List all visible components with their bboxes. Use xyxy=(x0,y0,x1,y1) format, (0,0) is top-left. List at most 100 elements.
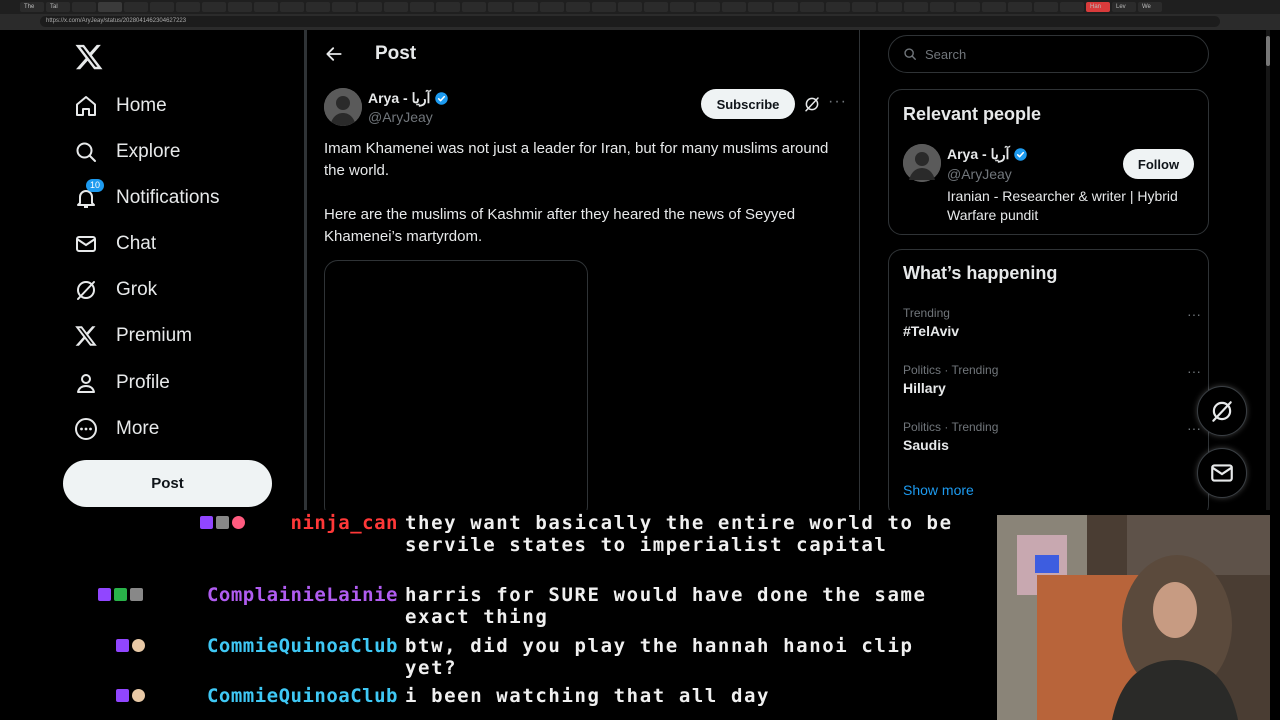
post-button[interactable]: Post xyxy=(63,460,272,507)
twitch-badge-icon xyxy=(116,689,129,702)
grok-icon[interactable] xyxy=(803,95,821,113)
browser-tab[interactable] xyxy=(150,2,174,12)
trend-meta: Trending xyxy=(903,306,950,320)
browser-tab-bar: The Tal Han Lev We xyxy=(0,0,1280,14)
browser-tab[interactable] xyxy=(306,2,330,12)
messages-float-button[interactable] xyxy=(1197,448,1247,498)
grok-float-button[interactable] xyxy=(1197,386,1247,436)
browser-tab[interactable] xyxy=(826,2,850,12)
sidebar-item-label: Notifications xyxy=(116,187,220,208)
sidebar-item-more[interactable]: More xyxy=(74,414,159,444)
browser-tab[interactable] xyxy=(722,2,746,12)
browser-tab[interactable] xyxy=(280,2,304,12)
browser-tab[interactable]: We xyxy=(1138,2,1162,12)
chat-username: CommieQuinoaClub xyxy=(206,635,398,657)
browser-tab[interactable] xyxy=(930,2,954,12)
more-options-icon[interactable]: ··· xyxy=(1187,306,1201,322)
sidebar-item-explore[interactable]: Explore xyxy=(74,137,180,167)
browser-tab[interactable] xyxy=(514,2,538,12)
browser-tab[interactable] xyxy=(852,2,876,12)
browser-tab[interactable] xyxy=(1008,2,1032,12)
trend-item[interactable]: Trending #TelAviv ··· xyxy=(903,306,1203,339)
browser-tab[interactable] xyxy=(254,2,278,12)
browser-tab[interactable] xyxy=(124,2,148,12)
scrollbar-thumb[interactable] xyxy=(1266,36,1270,66)
browser-tab[interactable]: Tal xyxy=(46,2,70,12)
avatar[interactable] xyxy=(324,88,362,126)
person-handle[interactable]: @AryJeay xyxy=(947,166,1012,182)
browser-tab[interactable] xyxy=(332,2,356,12)
sidebar-item-chat[interactable]: Chat xyxy=(74,229,156,259)
sidebar-item-notifications[interactable]: 10 Notifications xyxy=(74,179,220,213)
browser-tab[interactable]: Han xyxy=(1086,2,1110,12)
browser-tab[interactable] xyxy=(436,2,460,12)
browser-tab[interactable] xyxy=(1034,2,1058,12)
sidebar-item-label: Grok xyxy=(116,279,158,300)
chat-username: ninja_can xyxy=(290,512,398,534)
browser-tab[interactable] xyxy=(592,2,616,12)
browser-tab[interactable] xyxy=(202,2,226,12)
subscribe-button[interactable]: Subscribe xyxy=(701,89,795,119)
browser-tab[interactable]: The xyxy=(20,2,44,12)
browser-tab[interactable] xyxy=(228,2,252,12)
browser-tab[interactable] xyxy=(748,2,772,12)
show-more-link[interactable]: Show more xyxy=(903,482,974,498)
chat-badges xyxy=(116,639,145,652)
browser-tab[interactable] xyxy=(878,2,902,12)
browser-tab[interactable] xyxy=(566,2,590,12)
verified-badge-icon xyxy=(1014,148,1028,161)
page-scrollbar[interactable] xyxy=(1266,30,1270,510)
avatar[interactable] xyxy=(903,144,941,182)
hat-badge-icon xyxy=(130,588,143,601)
browser-tab[interactable] xyxy=(800,2,824,12)
home-icon xyxy=(74,94,98,118)
author-handle[interactable]: @AryJeay xyxy=(368,109,433,125)
browser-tab[interactable] xyxy=(982,2,1006,12)
browser-tab[interactable] xyxy=(670,2,694,12)
chat-text: i been watching that all day xyxy=(405,685,771,707)
x-logo-icon[interactable] xyxy=(74,42,104,72)
search-input[interactable]: Search xyxy=(888,35,1209,73)
sidebar-item-profile[interactable]: Profile xyxy=(74,368,170,398)
post-text-paragraph: Here are the muslims of Kashmir after th… xyxy=(324,206,796,245)
browser-tab[interactable] xyxy=(462,2,486,12)
browser-tab[interactable] xyxy=(644,2,668,12)
browser-tab[interactable]: Lev xyxy=(1112,2,1136,12)
sidebar-item-premium[interactable]: Premium xyxy=(74,321,192,351)
browser-tab[interactable] xyxy=(540,2,564,12)
heart-badge-icon xyxy=(232,516,245,529)
browser-tab[interactable] xyxy=(774,2,798,12)
trend-meta: Politics · Trending xyxy=(903,420,999,434)
browser-tab[interactable] xyxy=(1060,2,1084,12)
sidebar-item-label: Chat xyxy=(116,233,157,254)
browser-tab[interactable] xyxy=(904,2,928,12)
author-name[interactable]: Arya - آریا xyxy=(368,90,449,107)
more-options-icon[interactable]: ··· xyxy=(828,93,847,111)
person-name[interactable]: Arya - آریا xyxy=(947,146,1028,163)
chat-badges xyxy=(116,689,145,702)
post-media-video[interactable] xyxy=(324,260,588,510)
relevant-people-panel: Relevant people Arya - آریا @AryJeay Ira… xyxy=(888,89,1209,235)
browser-tab[interactable] xyxy=(358,2,382,12)
back-arrow-icon[interactable] xyxy=(324,44,344,64)
chat-text: they want basically the entire world to … xyxy=(405,512,953,556)
trend-item[interactable]: Politics · Trending Hillary ··· xyxy=(903,363,1203,396)
sidebar-item-home[interactable]: Home xyxy=(74,91,167,121)
address-bar[interactable]: https://x.com/AryJeay/status/20280414623… xyxy=(40,16,1220,27)
browser-tab[interactable] xyxy=(488,2,512,12)
more-options-icon[interactable]: ··· xyxy=(1187,363,1201,379)
browser-tab[interactable] xyxy=(618,2,642,12)
browser-tab[interactable] xyxy=(956,2,980,12)
sidebar-item-grok[interactable]: Grok xyxy=(74,275,157,305)
browser-tab[interactable] xyxy=(696,2,720,12)
browser-tab[interactable] xyxy=(98,2,122,12)
browser-tab[interactable] xyxy=(72,2,96,12)
twitch-badge-icon xyxy=(200,516,213,529)
browser-tab[interactable] xyxy=(384,2,408,12)
browser-tab[interactable] xyxy=(176,2,200,12)
whats-happening-panel: What’s happening Trending #TelAviv ··· P… xyxy=(888,249,1209,510)
trend-item[interactable]: Politics · Trending Saudis ··· xyxy=(903,420,1203,453)
browser-tab[interactable] xyxy=(410,2,434,12)
post-column: Post Arya - آریا @AryJeay Subscribe ··· … xyxy=(306,30,860,510)
follow-button[interactable]: Follow xyxy=(1123,149,1194,179)
